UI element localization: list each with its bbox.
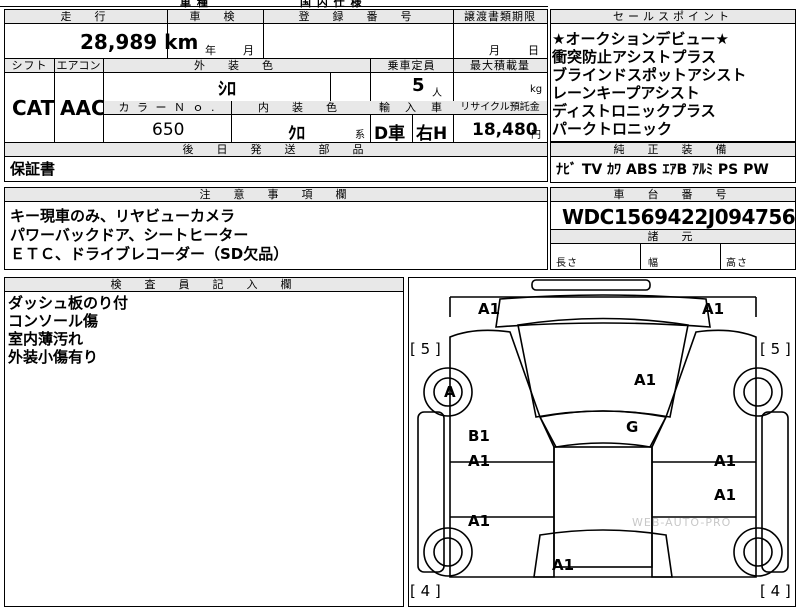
tire-rear-left: [ 4 ]	[410, 582, 441, 600]
shift-value: CAT	[12, 96, 55, 120]
damage-mark: A1	[478, 300, 501, 318]
sales-point-1: ★オークションデビュー★	[552, 30, 729, 48]
shift-header: シフト	[5, 59, 54, 73]
interior-color-header: 内 装 色	[231, 101, 370, 115]
recycle-unit: 円	[531, 130, 542, 141]
color-no-value: 650	[152, 120, 185, 140]
damage-mark: A	[444, 383, 456, 401]
sales-point-6: パークトロニック	[552, 120, 673, 138]
watermark: WEB-AUTO-PRO	[632, 516, 732, 529]
aircon-value: AAC	[60, 96, 106, 120]
interior-color-suffix: 系	[355, 130, 366, 141]
sales-point-2: 衝突防止アシストプラス	[552, 48, 717, 66]
recycle-header: リサイクル預託金	[453, 101, 547, 115]
inspection-header: 車 検	[167, 10, 263, 24]
damage-mark: A1	[714, 452, 737, 470]
tire-front-left: [ 5 ]	[410, 340, 441, 358]
dimensions-header: 諸 元	[551, 230, 795, 244]
transfer-month: 月	[489, 44, 501, 57]
damage-mark: A1	[702, 300, 725, 318]
sales-point-4: レーンキープアシスト	[552, 84, 700, 102]
damage-mark: A1	[634, 371, 657, 389]
damage-mark: A1	[468, 512, 491, 530]
registration-header: 登 録 番 号	[263, 10, 453, 24]
mileage-value: 28,989 km	[80, 30, 199, 54]
mileage-header: 走 行	[5, 10, 167, 24]
capacity-value: 5	[412, 75, 425, 96]
notes-line-1: キー現車のみ、リヤビューカメラ	[10, 207, 236, 225]
later-parts-value: 保証書	[10, 160, 56, 178]
inspector-header: 検 査 員 記 入 欄	[5, 278, 403, 292]
notes-line-3: ＥＴＣ、ドライブレコーダー（SD欠品）	[10, 245, 289, 263]
transfer-header: 譲渡書類期限	[453, 10, 547, 24]
exterior-color-value: ｼﾛ	[218, 79, 236, 100]
import-header: 輸 入 車	[370, 101, 453, 115]
chassis-value: WDC1569422J094756	[562, 205, 796, 229]
damage-mark: A1	[714, 486, 737, 504]
tire-rear-right: [ 4 ]	[760, 582, 791, 600]
aircon-header: エアコン	[54, 59, 103, 73]
capacity-header: 乗車定員	[370, 59, 453, 73]
dimension-height: 高さ	[726, 258, 748, 269]
interior-color-value: ｸﾛ	[288, 124, 305, 144]
damage-mark: G	[626, 418, 639, 436]
transfer-day: 日	[528, 44, 540, 57]
inspection-year: 年	[205, 44, 217, 57]
chassis-header: 車 台 番 号	[551, 188, 795, 202]
damage-mark: A1	[468, 452, 491, 470]
equipment-header: 純 正 装 備	[551, 143, 795, 157]
sales-point-3: ブラインドスポットアシスト	[552, 66, 747, 84]
dimension-width: 幅	[648, 258, 659, 269]
notes-line-2: パワーバックドア、シートヒーター	[10, 226, 249, 244]
sales-points-header: セールスポイント	[551, 10, 795, 24]
import-value-2: 右H	[416, 124, 448, 144]
tire-front-right: [ 5 ]	[760, 340, 791, 358]
inspector-line-4: 外装小傷有り	[8, 348, 99, 366]
recycle-value: 18,480	[472, 120, 538, 140]
equipment-value: ﾅﾋﾞ TV ｶﾜ ABS ｴｱB ｱﾙﾐ PS PW	[556, 162, 769, 178]
notes-header: 注 意 事 項 欄	[5, 188, 547, 202]
inspector-line-2: コンソール傷	[8, 312, 99, 330]
inspector-line-1: ダッシュ板のり付	[8, 294, 129, 312]
exterior-color-header: 外 装 色	[103, 59, 370, 73]
dimension-length: 長さ	[556, 258, 578, 269]
damage-mark: B1	[468, 427, 490, 445]
sales-point-5: ディストロニックプラス	[552, 102, 716, 120]
inspection-month: 月	[243, 44, 255, 57]
import-value-1: D車	[374, 124, 406, 144]
max-load-header: 最大積載量	[453, 59, 547, 73]
capacity-unit: 人	[432, 88, 443, 99]
damage-mark: A1	[552, 556, 575, 574]
max-load-unit: kg	[530, 84, 543, 95]
color-no-header: カ ラ ー Ｎ ｏ .	[104, 101, 231, 115]
later-parts-header: 後 日 発 送 部 品	[5, 143, 547, 157]
inspector-line-3: 室内薄汚れ	[8, 330, 84, 348]
